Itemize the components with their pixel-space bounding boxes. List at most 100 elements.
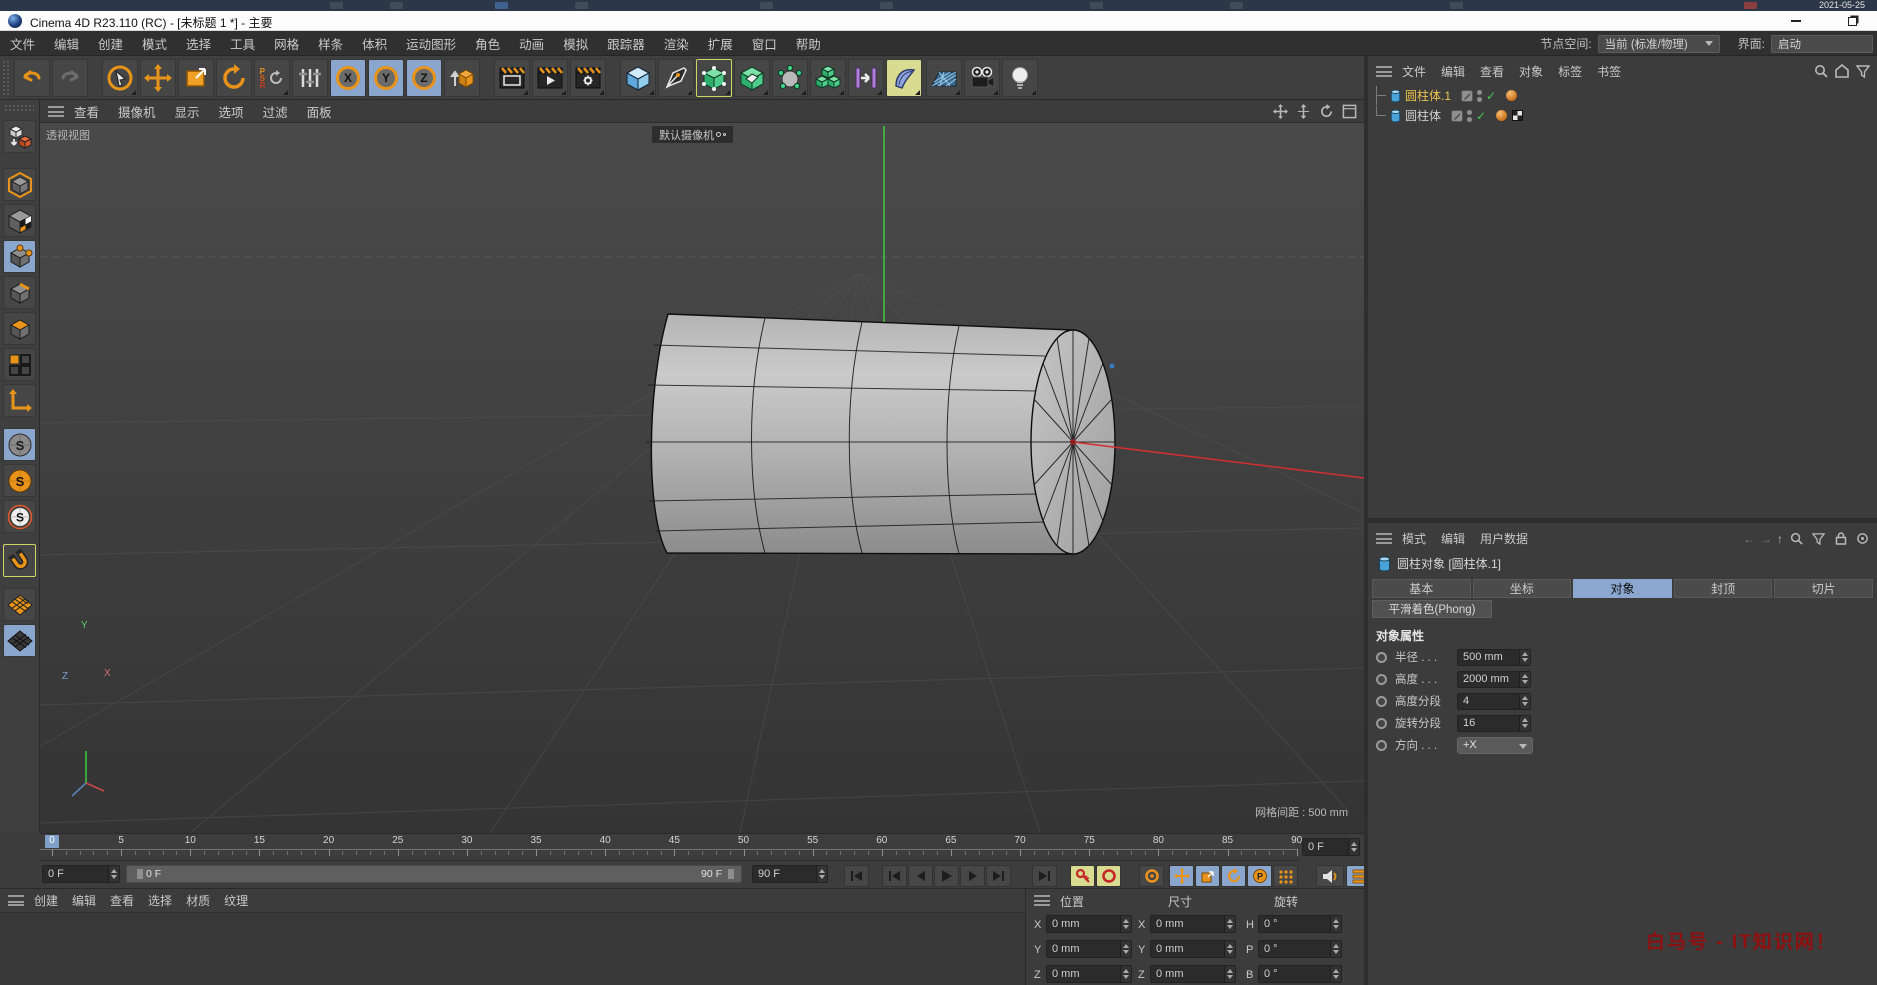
- snap-settings-button[interactable]: S: [3, 464, 36, 497]
- spinner[interactable]: [1519, 716, 1530, 731]
- spinner[interactable]: [1519, 694, 1530, 709]
- point-mode-button[interactable]: [3, 240, 36, 273]
- viewport-menu-icon[interactable]: [48, 106, 64, 117]
- edit-toggle-icon[interactable]: [1451, 110, 1463, 122]
- record-scale-button[interactable]: [1195, 865, 1220, 887]
- texture-mode-button[interactable]: [3, 204, 36, 237]
- animation-dot[interactable]: [1376, 740, 1387, 751]
- main-menu-item-0[interactable]: 文件: [10, 34, 35, 53]
- phong-tag-icon[interactable]: [1496, 110, 1507, 121]
- record-pla-button[interactable]: [1273, 865, 1298, 887]
- coord-field-位置-Z[interactable]: 0 mm: [1046, 965, 1132, 983]
- object-name[interactable]: 圆柱体.1: [1405, 87, 1451, 104]
- spinner[interactable]: [1224, 941, 1235, 957]
- spinner[interactable]: [816, 866, 827, 882]
- main-menu-item-2[interactable]: 创建: [98, 34, 123, 53]
- main-menu-item-4[interactable]: 选择: [186, 34, 211, 53]
- material-menu-item-0[interactable]: 创建: [34, 892, 58, 909]
- camera-button[interactable]: [964, 59, 1000, 97]
- coordinates-swap-button[interactable]: [292, 59, 328, 97]
- node-space-dropdown[interactable]: 当前 (标准/物理): [1598, 35, 1720, 53]
- material-menu-item-2[interactable]: 查看: [110, 892, 134, 909]
- coord-field-旋转-B[interactable]: 0 °: [1258, 965, 1342, 983]
- ruler-frame-field[interactable]: 0 F: [1302, 838, 1360, 856]
- enable-axis-button[interactable]: [3, 384, 36, 417]
- am-menu-item-1[interactable]: 编辑: [1441, 530, 1465, 547]
- main-menu-item-10[interactable]: 角色: [475, 34, 500, 53]
- parent-object-icon[interactable]: ↑: [1777, 532, 1783, 546]
- rotate-tool-button[interactable]: [216, 59, 252, 97]
- main-menu-item-15[interactable]: 扩展: [708, 34, 733, 53]
- material-list-area[interactable]: [0, 913, 1025, 985]
- enable-snap-button[interactable]: S: [3, 428, 36, 461]
- tab-0[interactable]: 基本: [1372, 579, 1471, 598]
- autokeying-button[interactable]: [1096, 865, 1121, 887]
- material-menu-item-4[interactable]: 材质: [186, 892, 210, 909]
- viewport-menu-item-2[interactable]: 显示: [175, 102, 200, 121]
- value-field[interactable]: 4: [1457, 693, 1531, 710]
- main-menu-item-11[interactable]: 动画: [519, 34, 544, 53]
- fields-button[interactable]: [848, 59, 884, 97]
- spinner[interactable]: [1224, 916, 1235, 932]
- tab-3[interactable]: 封顶: [1674, 579, 1773, 598]
- quantize-button[interactable]: S: [3, 500, 36, 533]
- filter-icon[interactable]: [1854, 62, 1871, 79]
- restore-button[interactable]: [1841, 13, 1863, 29]
- spinner[interactable]: [1120, 941, 1131, 957]
- enabled-check-icon[interactable]: ✓: [1486, 89, 1496, 103]
- main-menu-item-3[interactable]: 模式: [142, 34, 167, 53]
- main-menu-item-9[interactable]: 运动图形: [406, 34, 456, 53]
- go-to-start-button[interactable]: [844, 865, 869, 887]
- lock-x-axis-button[interactable]: X: [330, 59, 366, 97]
- record-keyframe-button[interactable]: [1070, 865, 1095, 887]
- main-menu-item-13[interactable]: 跟踪器: [607, 34, 645, 53]
- main-menu-item-16[interactable]: 窗口: [752, 34, 777, 53]
- object-manager-menu-icon[interactable]: [1376, 66, 1392, 77]
- viewport-menu-item-3[interactable]: 选项: [219, 102, 244, 121]
- om-menu-item-0[interactable]: 文件: [1402, 63, 1426, 80]
- viewport-rotate-icon[interactable]: [1318, 103, 1335, 120]
- coord-field-尺寸-Z[interactable]: 0 mm: [1150, 965, 1236, 983]
- viewport-menu-item-1[interactable]: 摄像机: [118, 102, 156, 121]
- keyframe-selection-button[interactable]: [1139, 865, 1164, 887]
- volume-builder-button[interactable]: [810, 59, 846, 97]
- polygon-mode-button[interactable]: [3, 312, 36, 345]
- spinner[interactable]: [1120, 966, 1131, 982]
- cluster-generator-button[interactable]: [772, 59, 808, 97]
- om-menu-item-5[interactable]: 书签: [1597, 63, 1621, 80]
- om-menu-item-3[interactable]: 对象: [1519, 63, 1543, 80]
- main-menu-item-8[interactable]: 体积: [362, 34, 387, 53]
- enabled-check-icon[interactable]: ✓: [1476, 109, 1486, 123]
- tweak-mode-button[interactable]: [3, 348, 36, 381]
- history-back-icon[interactable]: ←: [1743, 532, 1755, 546]
- tab-1[interactable]: 坐标: [1473, 579, 1572, 598]
- spinner[interactable]: [1330, 916, 1341, 932]
- play-button[interactable]: [934, 865, 959, 887]
- object-row-0[interactable]: 圆柱体.1 ✓: [1376, 86, 1517, 105]
- viewport-toggle-layout-icon[interactable]: [1341, 103, 1358, 120]
- filter-icon[interactable]: [1810, 530, 1827, 547]
- render-picture-viewer-button[interactable]: [532, 59, 568, 97]
- spinner[interactable]: [1348, 839, 1359, 855]
- object-name[interactable]: 圆柱体: [1405, 107, 1441, 124]
- target-icon[interactable]: [1854, 530, 1871, 547]
- undo-button[interactable]: [14, 59, 50, 97]
- viewport-menu-item-4[interactable]: 过滤: [263, 102, 288, 121]
- sidebar-grip[interactable]: [4, 104, 34, 112]
- spinner[interactable]: [1519, 672, 1530, 687]
- default-camera-label[interactable]: 默认摄像机: [652, 126, 733, 143]
- main-menu-item-12[interactable]: 模拟: [563, 34, 588, 53]
- add-primitive-cube-button[interactable]: [620, 59, 656, 97]
- am-menu-item-2[interactable]: 用户数据: [1480, 530, 1528, 547]
- coord-field-尺寸-X[interactable]: 0 mm: [1150, 915, 1236, 933]
- next-frame-button[interactable]: [960, 865, 985, 887]
- main-menu-item-7[interactable]: 样条: [318, 34, 343, 53]
- main-menu-item-14[interactable]: 渲染: [664, 34, 689, 53]
- redo-button[interactable]: [52, 59, 88, 97]
- go-to-end-button[interactable]: [1032, 865, 1057, 887]
- am-menu-item-0[interactable]: 模式: [1402, 530, 1426, 547]
- coord-field-位置-X[interactable]: 0 mm: [1046, 915, 1132, 933]
- animation-dot[interactable]: [1376, 718, 1387, 729]
- history-forward-icon[interactable]: →: [1760, 532, 1772, 546]
- lock-icon[interactable]: [1832, 530, 1849, 547]
